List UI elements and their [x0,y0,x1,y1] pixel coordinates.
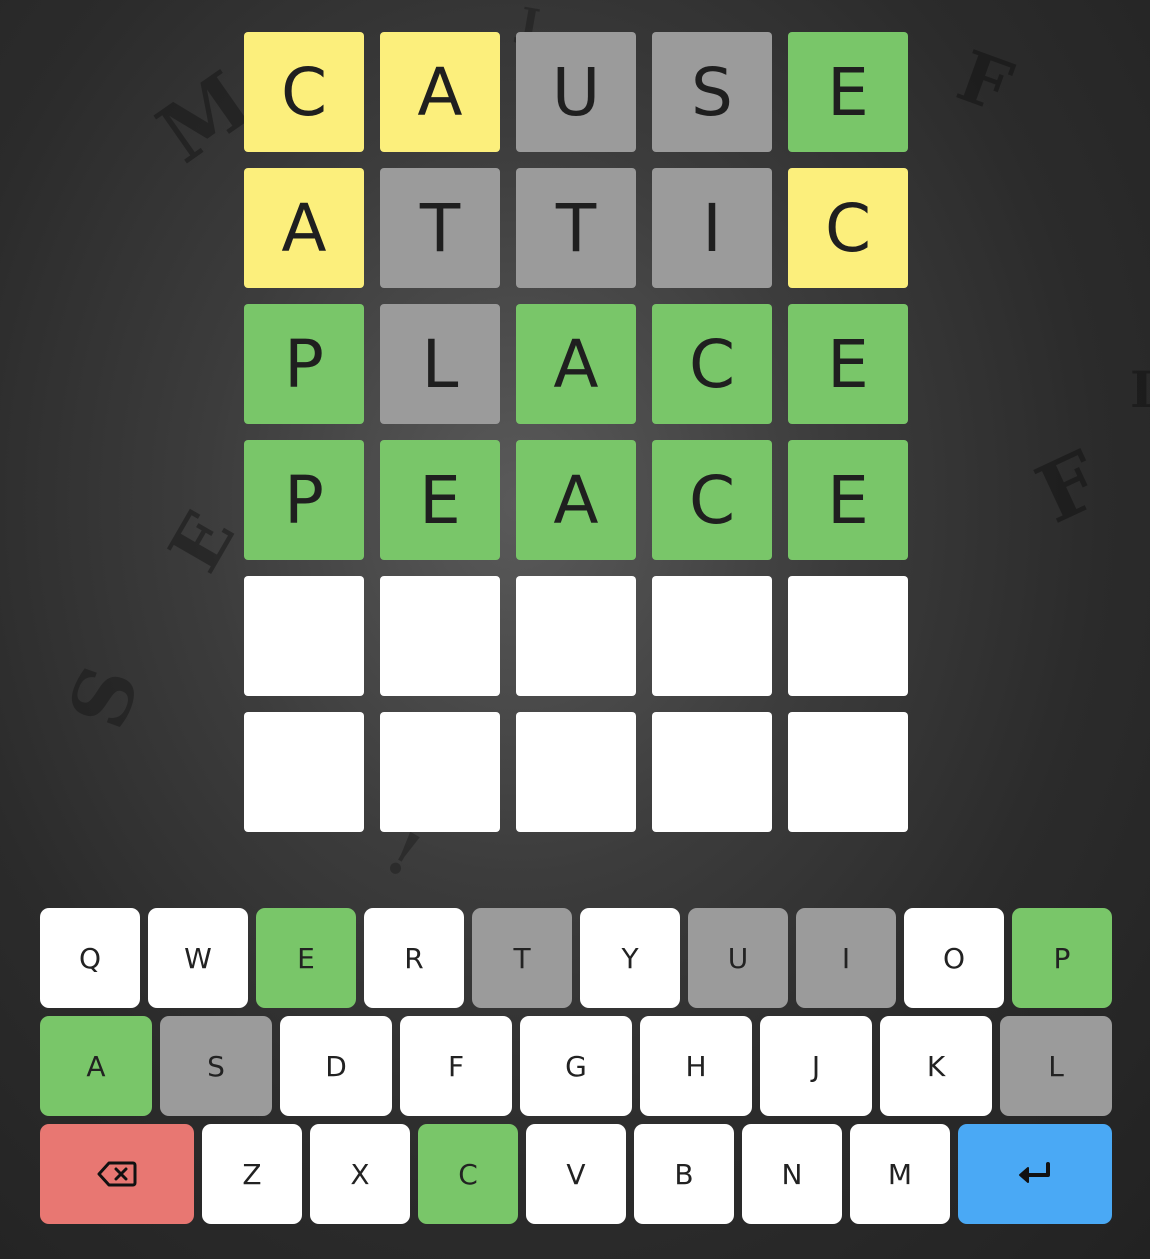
empty-tile [244,576,364,696]
letter-tile: E [788,304,908,424]
keyboard-row: ZXCVBNM [40,1124,1112,1224]
letter-tile: A [516,440,636,560]
key-g[interactable]: G [520,1016,632,1116]
key-d[interactable]: D [280,1016,392,1116]
background-decoration: F [1022,432,1114,542]
letter-tile: L [380,304,500,424]
key-l[interactable]: L [1000,1016,1112,1116]
letter-tile: C [652,304,772,424]
letter-tile: S [652,32,772,152]
letter-tile: T [380,168,500,288]
enter-icon [1016,1161,1054,1187]
background-decoration: I [1130,360,1150,419]
key-y[interactable]: Y [580,908,680,1008]
empty-tile [652,712,772,832]
background-decoration: E [152,497,251,586]
key-s[interactable]: S [160,1016,272,1116]
key-c[interactable]: C [418,1124,518,1224]
letter-tile: A [244,168,364,288]
empty-tile [516,712,636,832]
key-x[interactable]: X [310,1124,410,1224]
on-screen-keyboard: QWERTYUIOPASDFGHJKLZXCVBNM [40,908,1112,1232]
letter-tile: E [380,440,500,560]
letter-tile: P [244,304,364,424]
key-i[interactable]: I [796,908,896,1008]
key-k[interactable]: K [880,1016,992,1116]
key-z[interactable]: Z [202,1124,302,1224]
key-f[interactable]: F [400,1016,512,1116]
letter-tile: C [244,32,364,152]
key-e[interactable]: E [256,908,356,1008]
key-w[interactable]: W [148,908,248,1008]
letter-tile: P [244,440,364,560]
empty-tile [380,712,500,832]
letter-tile: E [788,440,908,560]
key-j[interactable]: J [760,1016,872,1116]
letter-tile: A [380,32,500,152]
background-decoration: S [49,653,158,741]
empty-tile [516,576,636,696]
key-v[interactable]: V [526,1124,626,1224]
key-n[interactable]: N [742,1124,842,1224]
empty-tile [788,576,908,696]
letter-tile: U [516,32,636,152]
letter-tile: C [652,440,772,560]
key-t[interactable]: T [472,908,572,1008]
empty-tile [380,576,500,696]
key-m[interactable]: M [850,1124,950,1224]
letter-tile: C [788,168,908,288]
keyboard-row: QWERTYUIOP [40,908,1112,1008]
key-o[interactable]: O [904,908,1004,1008]
key-q[interactable]: Q [40,908,140,1008]
key-a[interactable]: A [40,1016,152,1116]
letter-tile: A [516,304,636,424]
keyboard-row: ASDFGHJKL [40,1016,1112,1116]
game-board: CAUSEATTICPLACEPEACE [244,32,908,832]
letter-tile: T [516,168,636,288]
key-b[interactable]: B [634,1124,734,1224]
key-r[interactable]: R [364,908,464,1008]
key-u[interactable]: U [688,908,788,1008]
delete-key[interactable] [40,1124,194,1224]
empty-tile [788,712,908,832]
enter-key[interactable] [958,1124,1112,1224]
letter-tile: I [652,168,772,288]
empty-tile [652,576,772,696]
empty-tile [244,712,364,832]
background-decoration: F [947,34,1023,129]
key-p[interactable]: P [1012,908,1112,1008]
letter-tile: E [788,32,908,152]
backspace-icon [97,1161,137,1187]
key-h[interactable]: H [640,1016,752,1116]
